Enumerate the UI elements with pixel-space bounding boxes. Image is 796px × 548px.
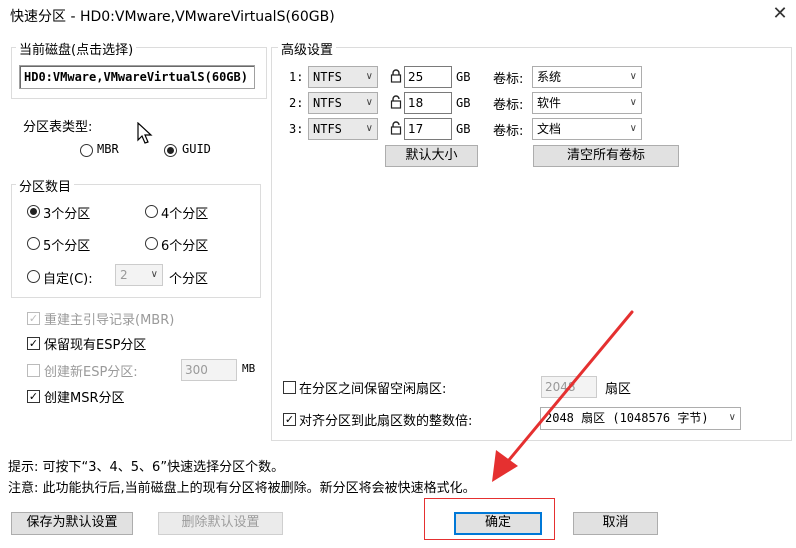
size-input-1[interactable]: 25 xyxy=(404,66,452,88)
advanced-settings-legend: 高级设置 xyxy=(278,39,337,58)
chevron-down-icon: ∨ xyxy=(629,71,637,82)
radio-5-partitions[interactable] xyxy=(27,237,40,250)
label-4-partitions: 4个分区 xyxy=(161,207,209,222)
create-esp-checkbox[interactable] xyxy=(27,364,40,377)
create-msr-checkbox[interactable]: ✓ xyxy=(27,390,40,403)
size-input-3[interactable]: 17 xyxy=(404,118,452,140)
partition-table-label: 分区表类型: xyxy=(23,120,93,135)
current-disk-legend: 当前磁盘(点击选择) xyxy=(16,39,137,58)
mbr-radio[interactable] xyxy=(80,144,93,157)
volume-value: 软件 xyxy=(537,96,562,110)
volume-label-caption: 卷标: xyxy=(493,98,524,113)
label-6-partitions: 6个分区 xyxy=(161,239,209,254)
volume-value: 系统 xyxy=(537,70,562,84)
chevron-down-icon: ∨ xyxy=(629,123,637,134)
volume-value: 文档 xyxy=(537,122,562,136)
size-unit: GB xyxy=(456,96,471,110)
esp-size-unit: MB xyxy=(242,362,256,375)
fs-select-1[interactable]: NTFS ∨ xyxy=(308,66,378,88)
row-index: 2: xyxy=(289,96,304,110)
guid-label: GUID xyxy=(182,142,211,156)
fs-value: NTFS xyxy=(313,70,342,84)
partition-count-legend: 分区数目 xyxy=(16,176,75,195)
size-unit: GB xyxy=(456,70,471,84)
fs-select-3[interactable]: NTFS ∨ xyxy=(308,118,378,140)
annotation-highlight-box xyxy=(424,498,555,540)
radio-6-partitions[interactable] xyxy=(145,237,158,250)
unlock-icon[interactable] xyxy=(390,95,402,109)
chevron-down-icon: ∨ xyxy=(365,71,373,82)
guid-radio[interactable] xyxy=(164,144,177,157)
delete-default-button[interactable]: 删除默认设置 xyxy=(158,512,283,535)
row-index: 1: xyxy=(289,70,304,84)
cancel-button[interactable]: 取消 xyxy=(573,512,658,535)
annotation-arrow-icon xyxy=(492,310,634,482)
reserve-sectors-label: 在分区之间保留空闲扇区: xyxy=(299,382,447,397)
mouse-cursor-icon xyxy=(137,122,153,144)
fs-select-2[interactable]: NTFS ∨ xyxy=(308,92,378,114)
lock-icon[interactable] xyxy=(390,69,402,83)
row-index: 3: xyxy=(289,122,304,136)
close-icon[interactable]: ✕ xyxy=(770,2,790,26)
unlock-icon[interactable] xyxy=(390,121,402,135)
radio-4-partitions[interactable] xyxy=(145,205,158,218)
rebuild-mbr-checkbox[interactable]: ✓ xyxy=(27,312,40,325)
create-esp-label: 创建新ESP分区: xyxy=(44,365,138,380)
radio-3-partitions[interactable] xyxy=(27,205,40,218)
size-input-2[interactable]: 18 xyxy=(404,92,452,114)
create-msr-label: 创建MSR分区 xyxy=(44,391,125,406)
label-5-partitions: 5个分区 xyxy=(43,239,91,254)
current-disk-selector[interactable]: HD0:VMware,VMwareVirtualS(60GB) xyxy=(19,65,255,89)
radio-custom-partitions[interactable] xyxy=(27,270,40,283)
volume-label-caption: 卷标: xyxy=(493,124,524,139)
chevron-down-icon: ∨ xyxy=(365,97,373,108)
default-size-button[interactable]: 默认大小 xyxy=(385,145,478,167)
rebuild-mbr-label: 重建主引导记录(MBR) xyxy=(44,313,175,328)
keep-esp-checkbox[interactable]: ✓ xyxy=(27,337,40,350)
custom-count-select[interactable]: 2 ∨ xyxy=(115,264,163,286)
size-unit: GB xyxy=(456,122,471,136)
note-text: 注意: 此功能执行后,当前磁盘上的现有分区将被删除。新分区将会被快速格式化。 xyxy=(8,481,476,496)
chevron-down-icon: ∨ xyxy=(365,123,373,134)
volume-label-select-3[interactable]: 文档 ∨ xyxy=(532,118,642,140)
fs-value: NTFS xyxy=(313,122,342,136)
window-title: 快速分区 - HD0:VMware,VMwareVirtualS(60GB) xyxy=(10,9,335,25)
esp-size-input[interactable]: 300 xyxy=(181,359,237,381)
label-custom-partitions: 自定(C): xyxy=(43,272,93,287)
chevron-down-icon: ∨ xyxy=(150,269,158,280)
fs-value: NTFS xyxy=(313,96,342,110)
volume-label-select-1[interactable]: 系统 ∨ xyxy=(532,66,642,88)
reserve-sectors-checkbox[interactable] xyxy=(283,381,296,394)
custom-count-value: 2 xyxy=(120,268,128,282)
mbr-label: MBR xyxy=(97,142,119,156)
save-default-button[interactable]: 保存为默认设置 xyxy=(11,512,133,535)
tip-text: 提示: 可按下“3、4、5、6”快速选择分区个数。 xyxy=(8,460,285,475)
custom-count-suffix: 个分区 xyxy=(169,272,209,287)
keep-esp-label: 保留现有ESP分区 xyxy=(44,338,147,353)
volume-label-select-2[interactable]: 软件 ∨ xyxy=(532,92,642,114)
align-sectors-label: 对齐分区到此扇区数的整数倍: xyxy=(299,414,473,429)
chevron-down-icon: ∨ xyxy=(629,97,637,108)
chevron-down-icon: ∨ xyxy=(728,412,736,423)
label-3-partitions: 3个分区 xyxy=(43,207,91,222)
clear-labels-button[interactable]: 清空所有卷标 xyxy=(533,145,679,167)
volume-label-caption: 卷标: xyxy=(493,72,524,87)
align-sectors-checkbox[interactable]: ✓ xyxy=(283,413,296,426)
